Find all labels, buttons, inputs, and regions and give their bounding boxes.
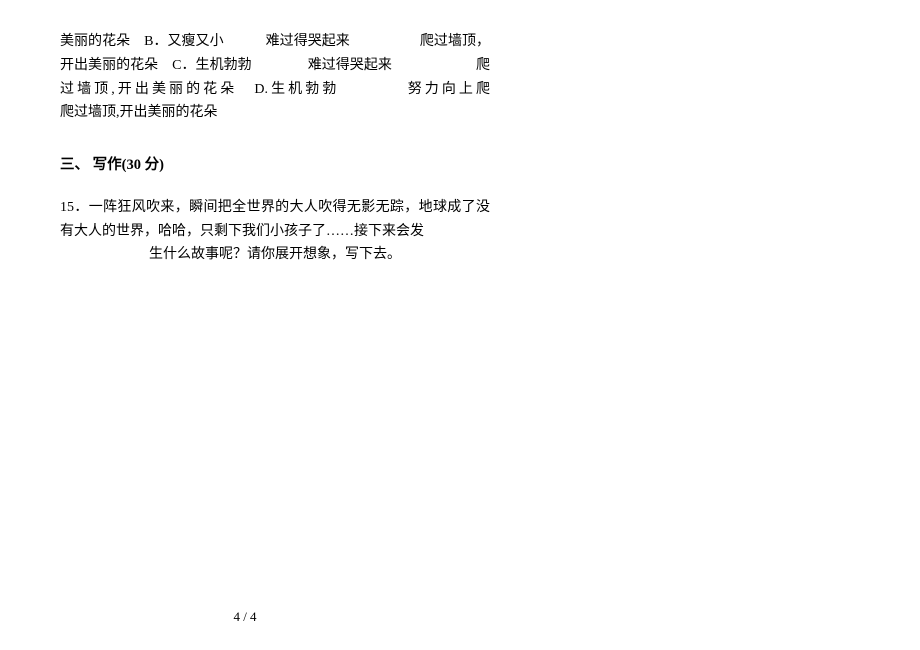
section-heading-writing: 三、 写作(30 分) — [60, 153, 490, 178]
answer-options-paragraph: 美丽的花朵 B．又瘦又小 难过得哭起来 爬过墙顶，开出美丽的花朵 C．生机勃勃 … — [60, 30, 490, 125]
question-15-line2: 生什么故事呢？请你展开想象，写下去。 — [60, 243, 490, 267]
question-15: 15．一阵狂风吹来，瞬间把全世界的大人吹得无影无踪，地球成了没有大人的世界，哈哈… — [60, 196, 490, 267]
question-15-line1: 15．一阵狂风吹来，瞬间把全世界的大人吹得无影无踪，地球成了没有大人的世界，哈哈… — [60, 196, 490, 244]
document-content: 美丽的花朵 B．又瘦又小 难过得哭起来 爬过墙顶，开出美丽的花朵 C．生机勃勃 … — [60, 30, 490, 267]
page-number: 4 / 4 — [0, 609, 490, 625]
